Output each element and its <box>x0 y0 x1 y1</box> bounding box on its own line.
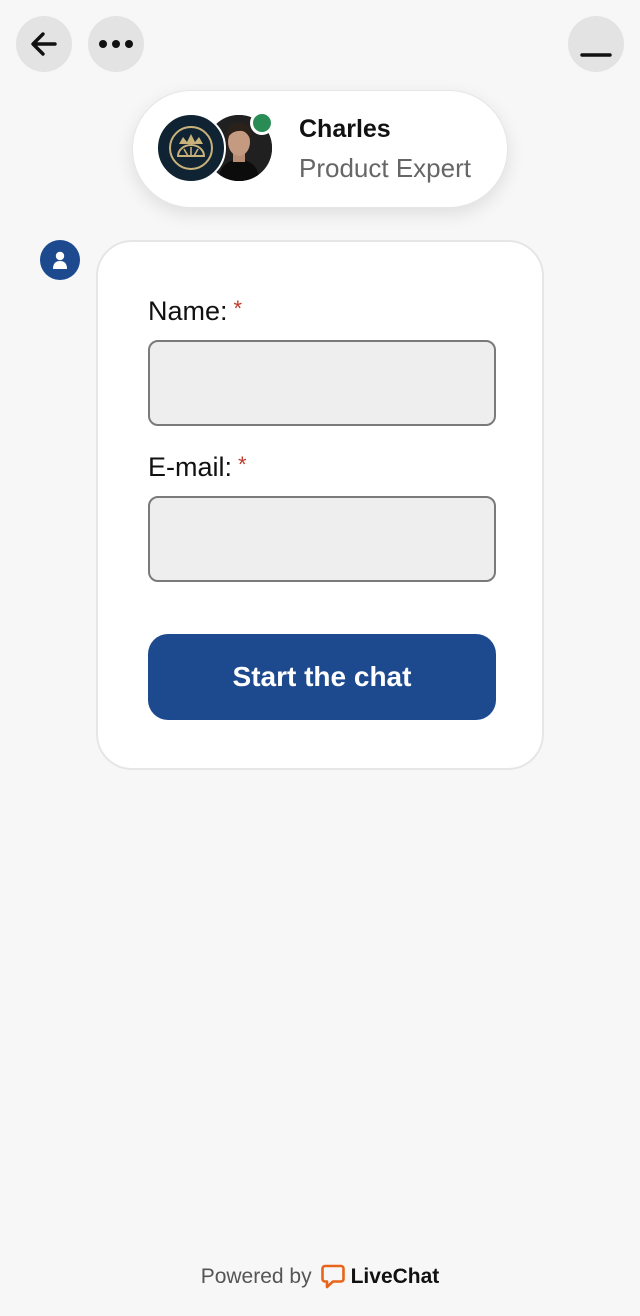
email-label-text: E-mail: <box>148 452 233 482</box>
arrow-left-icon <box>31 32 57 56</box>
minimize-button[interactable] <box>568 16 624 72</box>
email-input[interactable] <box>148 496 496 582</box>
email-label: E-mail: * <box>148 452 247 483</box>
online-status-indicator <box>250 111 274 135</box>
powered-by-footer: Powered by LiveChat <box>0 1264 640 1289</box>
agent-card: Charles Product Expert <box>132 90 508 208</box>
agent-name: Charles <box>299 115 391 143</box>
livechat-logo-icon <box>320 1264 345 1289</box>
prechat-form: Name: * E-mail: * Start the chat <box>96 240 544 770</box>
crown-logo-icon <box>169 126 213 170</box>
start-chat-button[interactable]: Start the chat <box>148 634 496 720</box>
powered-by-text: Powered by <box>200 1264 312 1288</box>
name-label: Name: * <box>148 296 242 327</box>
required-mark: * <box>233 296 243 321</box>
user-icon <box>53 251 67 269</box>
minimize-icon <box>580 53 612 57</box>
company-logo-avatar <box>156 113 226 183</box>
livechat-brand-link[interactable]: LiveChat <box>351 1265 440 1289</box>
agent-role: Product Expert <box>299 153 471 183</box>
name-label-text: Name: <box>148 296 228 326</box>
more-horizontal-icon <box>99 40 133 48</box>
more-options-button[interactable] <box>88 16 144 72</box>
name-input[interactable] <box>148 340 496 426</box>
visitor-avatar <box>40 240 80 280</box>
back-button[interactable] <box>16 16 72 72</box>
required-mark: * <box>238 452 247 477</box>
